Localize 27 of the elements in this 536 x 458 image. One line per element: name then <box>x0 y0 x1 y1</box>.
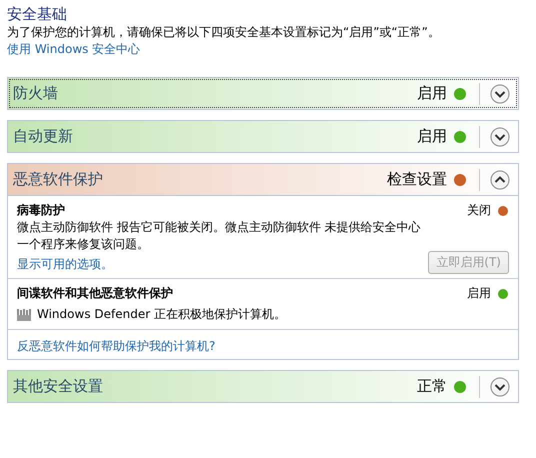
item-title: 间谍软件和其他恶意软件保护 <box>17 285 174 302</box>
description-text: 微点主动防御软件 报告它可能被关闭。微点主动防御软件 未提供给安全中心 <box>17 219 421 236</box>
section-header[interactable]: 防火墙 启用 <box>8 78 518 109</box>
link[interactable]: 反恶意软件如何帮助保护我的计算机? <box>17 339 216 353</box>
link[interactable]: 使用 Windows 安全中心 <box>7 41 140 57</box>
status-label: 关闭 <box>467 202 491 219</box>
section-heading: 安全基础 <box>7 4 68 24</box>
link[interactable]: 显示可用的选项。 <box>17 257 113 271</box>
status-label: 启用 <box>467 285 491 302</box>
status-label: 启用 <box>417 127 447 146</box>
description-text: 为了保护您的计算机，请确保已将以下四项安全基本设置标记为“启用”或“正常”。 <box>7 24 441 41</box>
expand-icon[interactable] <box>490 376 510 396</box>
section-title: 防火墙 <box>13 84 59 103</box>
expand-icon[interactable] <box>490 126 510 146</box>
description-text: 一个程序来修复该问题。 <box>17 236 150 253</box>
collapse-icon[interactable] <box>490 170 510 190</box>
section-title: 其他安全设置 <box>13 377 104 396</box>
item-title: 病毒防护 <box>17 202 66 219</box>
expand-icon[interactable] <box>490 84 510 104</box>
description-text: Windows Defender 正在积极地保护计算机。 <box>37 306 286 323</box>
status-label: 正常 <box>417 377 447 396</box>
section-title: 恶意软件保护 <box>13 170 104 189</box>
status-label: 检查设置 <box>387 170 447 189</box>
status-label: 启用 <box>417 84 447 103</box>
section-title: 自动更新 <box>13 127 74 146</box>
castle-icon <box>17 308 32 320</box>
section-header[interactable]: 恶意软件保护 检查设置 <box>8 164 518 196</box>
